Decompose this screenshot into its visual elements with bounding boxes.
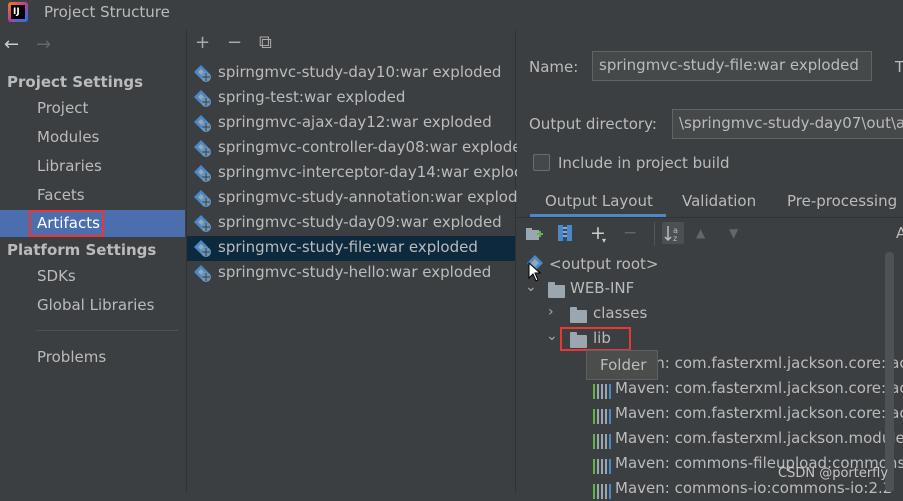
folder-tooltip: Folder xyxy=(586,350,658,380)
maven-library-item[interactable]: Maven: com.fasterxml.jackson.module: xyxy=(615,429,903,447)
forward-arrow-icon[interactable]: → xyxy=(36,34,51,55)
watermark: CSDN @porterfly xyxy=(778,466,889,481)
nav-item-project[interactable]: Project xyxy=(37,99,88,117)
new-folder-icon[interactable] xyxy=(526,226,543,240)
artifact-list-item-label: springmvc-study-hello:war exploded xyxy=(218,263,492,281)
maven-library-item[interactable]: Maven: com.fasterxml.jackson.core:jac xyxy=(615,354,903,372)
dropdown-arrow-icon[interactable]: ▾ xyxy=(602,236,606,245)
chevron-down-icon[interactable]: ⌄ xyxy=(525,279,537,295)
artifact-list-item[interactable]: springmvc-study-hello:war exploded xyxy=(194,261,516,286)
artifact-list-item-label: springmvc-interceptor-day14:war exploc xyxy=(218,163,523,181)
tab-output-layout[interactable]: Output Layout xyxy=(545,192,653,210)
nav-item-problems[interactable]: Problems xyxy=(37,348,106,366)
move-up-icon[interactable]: ▲ xyxy=(696,226,705,240)
copy-icon[interactable]: ⧉ xyxy=(259,32,272,53)
toolbar-separator xyxy=(654,222,655,246)
maven-library-item[interactable]: Maven: commons-io:commons-io:2.2 xyxy=(615,479,892,497)
nav-item-facets[interactable]: Facets xyxy=(37,186,85,204)
tree-node-web-inf[interactable]: WEB-INF xyxy=(570,279,634,297)
nav-item-sdks[interactable]: SDKs xyxy=(37,267,76,285)
add-icon[interactable]: + xyxy=(195,32,210,53)
web-artifact-icon xyxy=(194,265,212,283)
tree-scrollbar[interactable] xyxy=(885,252,894,492)
artifact-list-item-label: springmvc-study-annotation:war explode xyxy=(218,188,527,206)
intellij-app-icon: IJ xyxy=(8,2,28,22)
move-down-icon[interactable]: ▼ xyxy=(729,226,738,240)
name-field[interactable]: springmvc-study-file:war exploded xyxy=(592,51,872,81)
tab-bar-divider xyxy=(517,217,903,218)
tree-node-classes[interactable]: classes xyxy=(593,304,647,322)
include-build-checkbox[interactable] xyxy=(533,154,550,171)
web-artifact-icon xyxy=(194,215,212,233)
web-artifact-icon xyxy=(194,140,212,158)
output-directory-field[interactable]: \springmvc-study-day07\out\a xyxy=(672,109,903,139)
right-edge-letter: A xyxy=(896,224,903,242)
web-artifact-icon xyxy=(194,165,212,183)
maven-library-item[interactable]: Maven: com.fasterxml.jackson.core:jac xyxy=(615,404,903,422)
artifact-list-item[interactable]: springmvc-controller-day08:war explode xyxy=(194,136,521,161)
web-artifact-icon xyxy=(194,90,212,108)
active-tab-underline xyxy=(530,214,666,217)
maven-library-icon xyxy=(593,457,611,476)
web-artifact-icon xyxy=(194,190,212,208)
web-artifact-icon xyxy=(194,65,212,83)
svg-text:z: z xyxy=(673,234,677,243)
artifact-list-item-label: springmvc-ajax-day12:war exploded xyxy=(218,113,492,131)
artifact-list-item[interactable]: springmvc-study-day09:war exploded xyxy=(194,211,516,236)
tree-node-output-root[interactable]: <output root> xyxy=(549,255,658,273)
project-settings-header: Project Settings xyxy=(7,73,144,91)
chevron-right-icon[interactable]: › xyxy=(548,304,554,320)
web-artifact-icon xyxy=(194,240,212,258)
tab-pre-processing[interactable]: Pre-processing xyxy=(787,192,897,210)
artifact-list-item-label: springmvc-study-file:war exploded xyxy=(218,238,478,256)
window-title: Project Structure xyxy=(44,3,170,21)
artifact-list-item-label: springmvc-controller-day08:war explode xyxy=(218,138,522,156)
nav-item-libraries[interactable]: Libraries xyxy=(37,157,102,175)
lib-red-highlight xyxy=(560,327,631,351)
title-bar: IJ Project Structure xyxy=(0,0,903,25)
artifact-list-item[interactable]: spirngmvc-study-day10:war exploded xyxy=(194,61,516,86)
app-icon-text: IJ xyxy=(11,5,25,19)
tab-validation[interactable]: Validation xyxy=(682,192,756,210)
back-arrow-icon[interactable]: ← xyxy=(4,34,19,55)
web-artifact-icon xyxy=(194,115,212,133)
remove-element-icon[interactable]: − xyxy=(623,223,637,243)
artifact-list-item[interactable]: springmvc-ajax-day12:war exploded xyxy=(194,111,516,136)
left-nav xyxy=(0,30,185,492)
sort-az-icon[interactable]: az xyxy=(662,222,684,244)
output-directory-label: Output directory: xyxy=(529,115,657,133)
artifact-list-item[interactable]: springmvc-interceptor-day14:war exploc xyxy=(194,161,522,186)
maven-library-item[interactable]: Maven: com.fasterxml.jackson.core:jac xyxy=(615,379,903,397)
platform-settings-header: Platform Settings xyxy=(7,241,157,259)
maven-library-icon xyxy=(593,382,611,401)
maven-library-icon xyxy=(593,432,611,451)
include-build-label: Include in project build xyxy=(558,154,730,172)
folder-icon xyxy=(570,307,587,326)
artifact-list-item[interactable]: springmvc-study-annotation:war explode xyxy=(194,186,527,211)
chevron-down-icon[interactable]: ⌄ xyxy=(546,328,558,344)
name-label: Name: xyxy=(529,58,579,76)
artifact-list-item[interactable]: spring-test:war exploded xyxy=(194,86,516,111)
folder-icon xyxy=(548,282,565,301)
artifacts-red-highlight xyxy=(29,210,104,237)
artifact-list-item-label: spring-test:war exploded xyxy=(218,88,406,106)
maven-library-icon xyxy=(593,407,611,426)
nav-item-global-libraries[interactable]: Global Libraries xyxy=(37,296,154,314)
remove-icon[interactable]: − xyxy=(227,32,242,53)
archive-icon[interactable] xyxy=(558,225,572,241)
nav-item-modules[interactable]: Modules xyxy=(37,128,99,146)
nav-separator xyxy=(36,330,178,331)
artifact-list-item-label: springmvc-study-day09:war exploded xyxy=(218,213,502,231)
type-label-partial: T xyxy=(895,58,903,76)
artifact-list-item-label: spirngmvc-study-day10:war exploded xyxy=(218,63,502,81)
artifact-list-item[interactable]: springmvc-study-file:war exploded xyxy=(194,236,516,261)
